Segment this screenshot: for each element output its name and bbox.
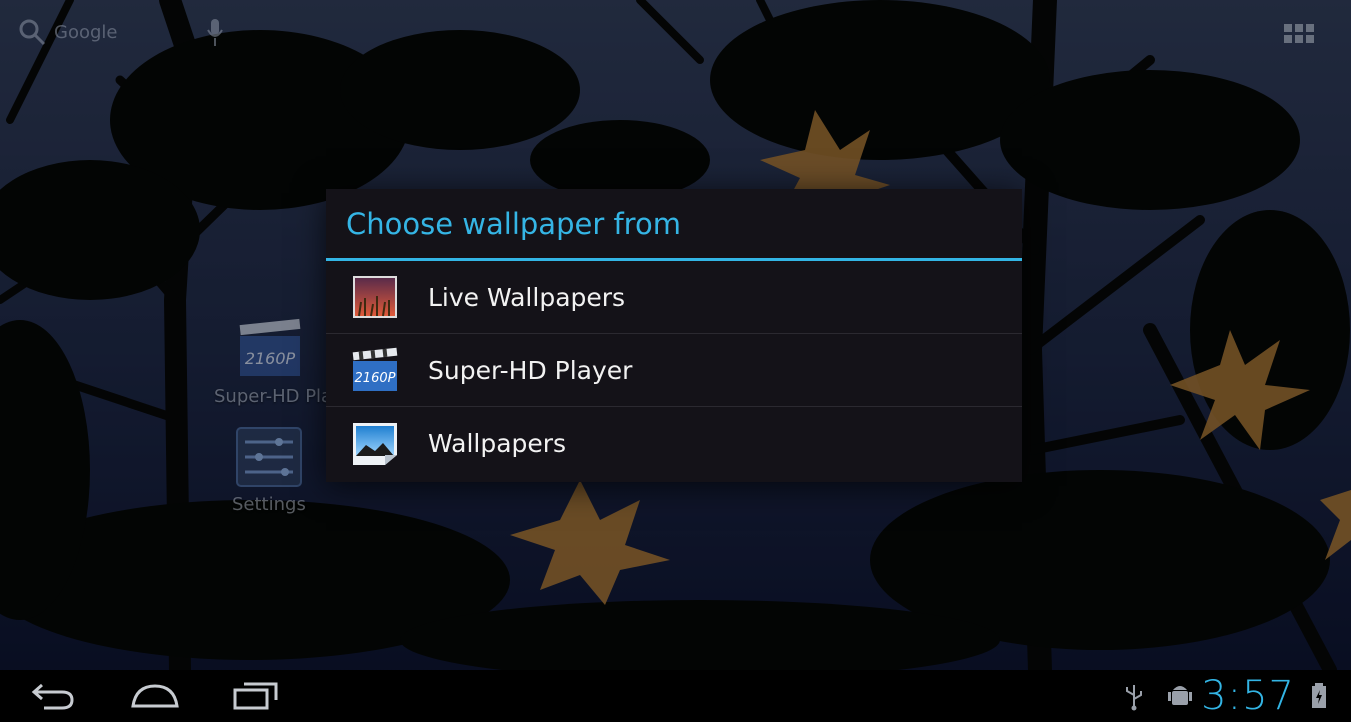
shortcut-label: Super-HD Player	[214, 386, 326, 407]
option-label: Wallpapers	[428, 429, 567, 458]
clapperboard-2160p-icon: 2160P	[352, 347, 398, 391]
option-label: Live Wallpapers	[428, 282, 626, 312]
battery-charging-icon	[1312, 683, 1326, 708]
status-area[interactable]: 3:57	[1123, 670, 1351, 722]
option-wallpapers[interactable]: Wallpapers	[326, 407, 1022, 480]
google-search-bar[interactable]: Google	[18, 18, 117, 46]
recent-apps-icon[interactable]	[232, 680, 280, 712]
clapperboard-2160p-icon: 2160P	[239, 318, 301, 376]
option-label: Super-HD Player	[428, 355, 633, 385]
option-super-hd-player[interactable]: 2160P Super-HD Player	[326, 334, 1022, 407]
android-debug-icon	[1168, 686, 1193, 705]
shortcut-super-hd-player[interactable]: 2160P Super-HD Player	[214, 318, 326, 407]
choose-wallpaper-dialog: Choose wallpaper from Live Wallpapers 21…	[326, 189, 1022, 482]
live-wallpapers-icon	[353, 276, 397, 318]
microphone-icon[interactable]	[206, 18, 224, 48]
system-navigation-bar: 3:57	[0, 670, 1351, 722]
svg-text:2160P: 2160P	[245, 349, 296, 368]
search-label: Google	[54, 21, 118, 43]
search-icon	[19, 19, 46, 46]
dialog-title: Choose wallpaper from	[326, 189, 1022, 261]
shortcut-settings[interactable]: Settings	[232, 426, 306, 515]
all-apps-icon[interactable]	[1284, 24, 1314, 44]
usb-icon	[1126, 685, 1143, 711]
home-icon[interactable]	[130, 680, 180, 712]
settings-sliders-icon	[235, 427, 302, 487]
clock: 3:57	[1201, 673, 1295, 719]
shortcut-label: Settings	[232, 494, 306, 515]
back-icon[interactable]	[30, 680, 76, 712]
wallpapers-icon	[353, 422, 397, 465]
svg-text:2160P: 2160P	[355, 371, 396, 386]
option-live-wallpapers[interactable]: Live Wallpapers	[326, 261, 1022, 334]
